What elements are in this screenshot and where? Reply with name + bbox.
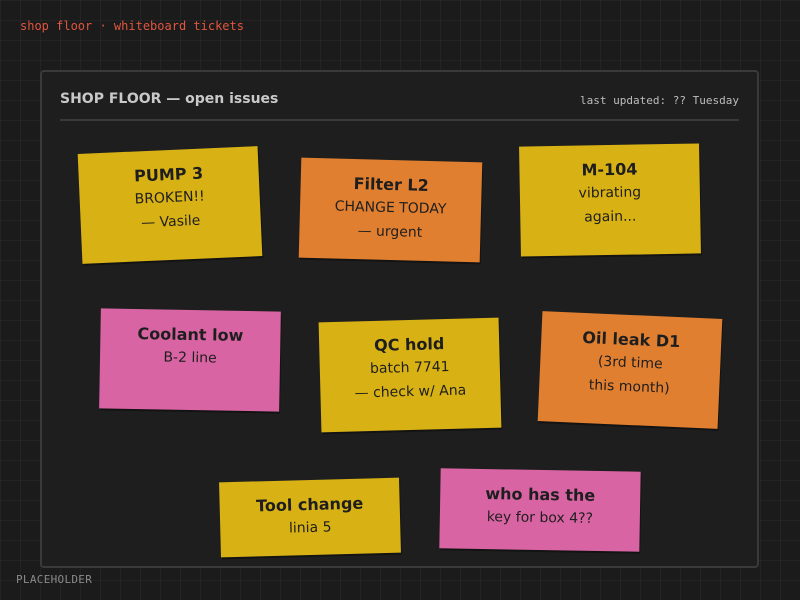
ticket-m-104[interactable]: M-104 vibrating again... [519,143,701,257]
ticket-line: — check w/ Ana [354,382,467,402]
page-caption: shop floor · whiteboard tickets [20,19,244,33]
ticket-title: Coolant low [137,324,244,345]
ticket-line: vibrating [578,184,642,202]
ticket-filter-l2[interactable]: Filter L2 CHANGE TODAY — urgent [298,157,483,263]
ticket-coolant-low[interactable]: Coolant low B-2 line [99,308,281,412]
ticket-line: again... [584,208,637,226]
ticket-title: M-104 [581,159,638,180]
footer-placeholder-label: PLACEHOLDER [16,573,93,586]
ticket-line: — urgent [357,223,423,241]
ticket-line: B-2 line [163,349,217,367]
board-title: SHOP FLOOR — open issues [60,91,279,107]
ticket-key-box-4[interactable]: who has the key for box 4?? [439,468,641,552]
ticket-qc-hold[interactable]: QC hold batch 7741 — check w/ Ana [318,317,502,433]
board-divider [60,119,739,121]
last-updated-label: last updated: ?? Tuesday [580,94,739,107]
ticket-line: key for box 4?? [486,509,594,527]
ticket-pump-3[interactable]: PUMP 3 BROKEN!! — Vasile [77,146,263,264]
ticket-tool-change[interactable]: Tool change linia 5 [219,477,401,558]
ticket-oil-leak-d1[interactable]: Oil leak D1 (3rd time this month) [537,311,723,429]
ticket-line: linia 5 [288,519,332,537]
